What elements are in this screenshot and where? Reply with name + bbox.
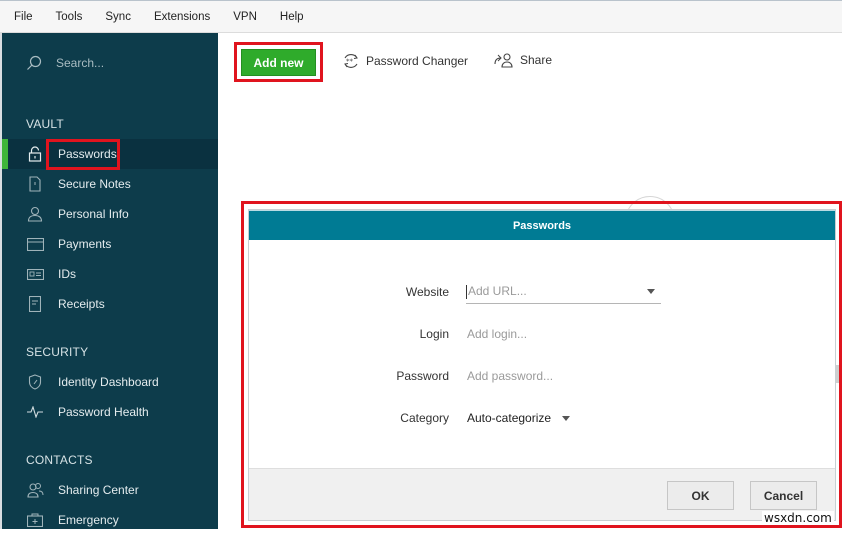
person-icon <box>26 205 44 223</box>
sidebar-item-password-health[interactable]: Password Health <box>2 397 218 427</box>
text-caret <box>466 285 467 299</box>
menu-file[interactable]: File <box>14 11 33 23</box>
sidebar-item-receipts[interactable]: Receipts <box>2 289 218 319</box>
id-card-icon <box>26 265 44 283</box>
password-changer-button[interactable]: ** Password Changer <box>342 52 468 70</box>
category-dropdown-icon <box>562 415 571 421</box>
ok-button[interactable]: OK <box>667 481 734 510</box>
dialog-title: Passwords <box>249 210 835 240</box>
sidebar-item-label: Receipts <box>58 297 105 311</box>
sidebar-item-personal-info[interactable]: Personal Info <box>2 199 218 229</box>
people-icon <box>26 481 44 499</box>
website-dropdown-icon[interactable] <box>647 289 655 294</box>
sidebar-item-label: Identity Dashboard <box>58 375 159 389</box>
website-placeholder: Add URL... <box>468 284 527 298</box>
add-password-dialog: Passwords Website Add URL... Login Add l… <box>248 209 836 521</box>
sidebar-item-sharing-center[interactable]: Sharing Center <box>2 475 218 505</box>
search-input[interactable]: Search... <box>56 56 104 70</box>
shield-icon <box>26 373 44 391</box>
section-security: SECURITY <box>26 345 89 359</box>
dialog-footer: OK Cancel <box>249 468 835 520</box>
sidebar-item-secure-notes[interactable]: Secure Notes <box>2 169 218 199</box>
login-label: Login <box>419 327 449 341</box>
sidebar-item-label: Secure Notes <box>58 177 131 191</box>
search-icon <box>27 55 42 70</box>
section-contacts: CONTACTS <box>26 453 93 467</box>
sidebar-item-emergency[interactable]: Emergency <box>2 505 218 535</box>
card-icon <box>26 235 44 253</box>
sidebar-search[interactable]: Search... <box>26 55 104 71</box>
highlight-passwords <box>46 139 120 170</box>
sidebar-item-label: Sharing Center <box>58 483 139 497</box>
password-changer-icon: ** <box>344 54 358 68</box>
cancel-button[interactable]: Cancel <box>750 481 817 510</box>
website-input[interactable]: Add URL... <box>466 280 661 304</box>
sidebar-item-label: Password Health <box>58 405 149 419</box>
sidebar-item-label: Payments <box>58 237 112 251</box>
login-row: Login Add login... <box>249 322 837 346</box>
lock-icon <box>26 145 44 163</box>
category-select[interactable]: Auto-categorize <box>467 411 571 425</box>
watermark: wsxdn.com <box>762 511 834 525</box>
password-changer-label: Password Changer <box>366 54 469 68</box>
share-icon <box>494 53 513 68</box>
add-new-button[interactable]: Add new <box>241 49 316 76</box>
svg-text:**: ** <box>346 58 354 66</box>
login-input[interactable]: Add login... <box>467 327 527 341</box>
share-label: Share <box>520 53 553 67</box>
sidebar-item-ids[interactable]: IDs <box>2 259 218 289</box>
menu-bar: File Tools Sync Extensions VPN Help <box>0 0 842 33</box>
category-row: Category Auto-categorize <box>249 406 837 430</box>
first-aid-icon <box>26 511 44 529</box>
menu-extensions[interactable]: Extensions <box>154 11 210 23</box>
category-value: Auto-categorize <box>467 411 552 425</box>
sidebar-item-payments[interactable]: Payments <box>2 229 218 259</box>
password-input[interactable]: Add password... <box>467 369 553 383</box>
password-row: Password Add password... <box>249 364 837 388</box>
sidebar-item-label: Personal Info <box>58 207 129 221</box>
menu-tools[interactable]: Tools <box>56 11 83 23</box>
sidebar-item-label: IDs <box>58 267 76 281</box>
category-label: Category <box>400 411 449 425</box>
sidebar-item-label: Emergency <box>58 513 119 527</box>
website-label: Website <box>405 285 449 299</box>
share-button[interactable]: Share <box>494 52 552 68</box>
pulse-icon <box>26 403 44 421</box>
menu-vpn[interactable]: VPN <box>233 11 257 23</box>
sidebar: Search... VAULT Passwords Secure Notes P… <box>0 33 218 529</box>
menu-sync[interactable]: Sync <box>105 11 131 23</box>
sidebar-item-identity-dashboard[interactable]: Identity Dashboard <box>2 367 218 397</box>
note-icon <box>26 175 44 193</box>
receipt-icon <box>26 295 44 313</box>
section-vault: VAULT <box>26 117 64 131</box>
menu-help[interactable]: Help <box>280 11 304 23</box>
password-label: Password <box>396 369 449 383</box>
